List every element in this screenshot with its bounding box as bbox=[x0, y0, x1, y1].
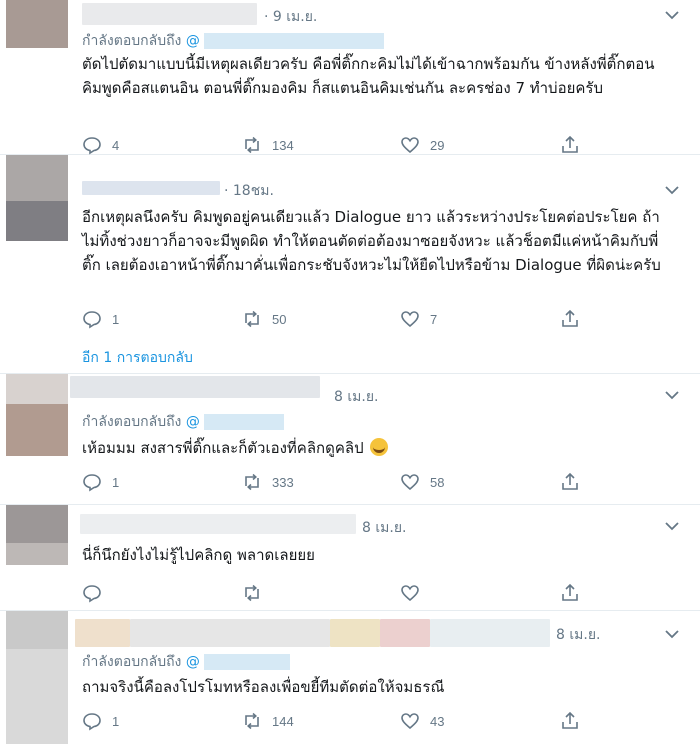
avatar[interactable] bbox=[0, 155, 68, 373]
tweet-text: นี่ก็นึกยังไงไม่รู้ไปคลิกดู พลาดเลยยย bbox=[82, 546, 315, 564]
retweet-button[interactable] bbox=[242, 581, 262, 605]
share-button[interactable] bbox=[560, 307, 580, 331]
retweet-button[interactable]: 333 bbox=[242, 470, 294, 494]
like-count: 58 bbox=[430, 474, 445, 490]
reply-icon bbox=[83, 137, 101, 155]
retweet-icon bbox=[245, 473, 259, 491]
tweet-text: อีกเหตุผลนึงครับ คิมพูดอยู่คนเดียวแล้ว D… bbox=[82, 208, 661, 274]
like-count: 7 bbox=[430, 311, 438, 327]
tweet-text: ตัดไปตัดมาแบบนี้มีเหตุผลเดียวครับ คือพี่… bbox=[82, 55, 655, 97]
reply-icon bbox=[83, 311, 101, 329]
author-name-blurred[interactable] bbox=[75, 619, 130, 647]
tweet-timestamp[interactable]: · 9 เม.ย. bbox=[264, 6, 317, 28]
tweet-text: ถามจริงนี้คือลงโปรโมทหรือลงเพื่อขยี้ทีมต… bbox=[82, 678, 445, 696]
reply-handle[interactable]: @ bbox=[186, 414, 200, 430]
reply-count: 4 bbox=[112, 137, 120, 153]
retweet-icon bbox=[245, 584, 259, 602]
tweet-timestamp[interactable]: · 18ชม. bbox=[224, 180, 274, 202]
avatar[interactable] bbox=[0, 374, 68, 504]
reply-count: 1 bbox=[112, 474, 120, 490]
like-button[interactable] bbox=[400, 581, 420, 605]
like-button[interactable]: 58 bbox=[400, 470, 444, 494]
like-button[interactable]: 43 bbox=[400, 709, 444, 733]
replying-to: กำลังตอบกลับถึง @ bbox=[82, 651, 290, 673]
reply-button[interactable]: 1 bbox=[82, 709, 119, 733]
tweet-actions: 4 134 29 bbox=[82, 133, 592, 157]
tweet-timestamp[interactable]: 8 เม.ย. bbox=[334, 386, 378, 408]
laughing-tears-emoji-icon bbox=[370, 438, 389, 456]
replying-to: กำลังตอบกลับถึง @ bbox=[82, 411, 284, 433]
heart-icon bbox=[401, 311, 419, 328]
share-icon bbox=[562, 583, 578, 601]
tweet-actions: 1 50 7 bbox=[82, 307, 592, 331]
chevron-down-icon[interactable] bbox=[662, 625, 682, 643]
retweet-button[interactable]: 134 bbox=[242, 133, 294, 157]
avatar[interactable] bbox=[0, 0, 68, 154]
reply-count: 1 bbox=[112, 311, 120, 327]
replying-to-label: กำลังตอบกลับถึง bbox=[82, 654, 182, 670]
retweet-count: 134 bbox=[272, 137, 294, 153]
retweet-count: 333 bbox=[272, 474, 294, 490]
reply-icon bbox=[83, 474, 101, 492]
like-count: 29 bbox=[430, 137, 445, 153]
tweet-3[interactable]: 8 เม.ย. กำลังตอบกลับถึง @ เห้อมมม สงสารพ… bbox=[0, 374, 700, 505]
share-icon bbox=[562, 711, 578, 729]
share-icon bbox=[562, 472, 578, 490]
reply-count: 1 bbox=[112, 713, 120, 729]
chevron-down-icon[interactable] bbox=[662, 517, 682, 535]
share-button[interactable] bbox=[560, 133, 580, 157]
like-count: 43 bbox=[430, 713, 445, 729]
share-button[interactable] bbox=[560, 581, 580, 605]
tweet-actions: 1 333 58 bbox=[82, 470, 592, 494]
tweet-2[interactable]: · 18ชม. อีกเหตุผลนึงครับ คิมพูดอยู่คนเดี… bbox=[0, 155, 700, 374]
chevron-down-icon[interactable] bbox=[662, 386, 682, 404]
tweet-text: เห้อมมม สงสารพี่ติ๊กและก็ตัวเองที่คลิกดู… bbox=[82, 436, 670, 460]
avatar[interactable] bbox=[0, 611, 68, 744]
reply-button[interactable]: 1 bbox=[82, 470, 119, 494]
tweet-5[interactable]: 8 เม.ย. กำลังตอบกลับถึง @ ถามจริงนี้คือล… bbox=[0, 611, 700, 744]
reply-handle[interactable]: @ bbox=[186, 654, 200, 670]
like-button[interactable]: 7 bbox=[400, 307, 437, 331]
retweet-count: 144 bbox=[272, 713, 294, 729]
reply-icon bbox=[83, 585, 101, 603]
heart-icon bbox=[401, 713, 419, 730]
tweet-timestamp[interactable]: 8 เม.ย. bbox=[556, 624, 600, 646]
retweet-icon bbox=[245, 310, 259, 328]
tweet-1[interactable]: · 9 เม.ย. กำลังตอบกลับถึง @ ตัดไปตัดมาแบ… bbox=[0, 0, 700, 155]
heart-icon bbox=[401, 585, 419, 602]
replying-to-label: กำลังตอบกลับถึง bbox=[82, 33, 182, 49]
retweet-button[interactable]: 144 bbox=[242, 709, 294, 733]
replying-to-label: กำลังตอบกลับถึง bbox=[82, 414, 182, 430]
chevron-down-icon[interactable] bbox=[662, 181, 682, 199]
share-icon bbox=[562, 135, 578, 153]
retweet-icon bbox=[245, 136, 259, 154]
reply-icon bbox=[83, 713, 101, 731]
author-name-blurred[interactable] bbox=[80, 514, 356, 534]
reply-button[interactable] bbox=[82, 581, 102, 605]
share-button[interactable] bbox=[560, 470, 580, 494]
heart-icon bbox=[401, 137, 419, 154]
reply-handle[interactable]: @ bbox=[186, 33, 200, 49]
author-name-blurred[interactable] bbox=[70, 376, 320, 398]
reply-button[interactable]: 1 bbox=[82, 307, 119, 331]
retweet-count: 50 bbox=[272, 311, 287, 327]
heart-icon bbox=[401, 474, 419, 491]
like-button[interactable]: 29 bbox=[400, 133, 444, 157]
show-more-replies-link[interactable]: อีก 1 การตอบกลับ bbox=[82, 347, 193, 369]
tweet-text-content: เห้อมมม สงสารพี่ติ๊กและก็ตัวเองที่คลิกดู… bbox=[82, 439, 364, 457]
retweet-button[interactable]: 50 bbox=[242, 307, 286, 331]
tweet-timestamp[interactable]: 8 เม.ย. bbox=[362, 517, 406, 539]
replying-to: กำลังตอบกลับถึง @ bbox=[82, 30, 384, 52]
reply-button[interactable]: 4 bbox=[82, 133, 119, 157]
chevron-down-icon[interactable] bbox=[662, 6, 682, 24]
avatar[interactable] bbox=[0, 505, 68, 610]
author-name-blurred[interactable] bbox=[82, 3, 257, 25]
author-name-blurred[interactable] bbox=[82, 181, 220, 195]
tweet-4[interactable]: 8 เม.ย. นี่ก็นึกยังไงไม่รู้ไปคลิกดู พลาด… bbox=[0, 505, 700, 611]
tweet-actions: 1 144 43 bbox=[82, 709, 592, 733]
retweet-icon bbox=[245, 712, 259, 730]
tweet-actions bbox=[82, 581, 592, 605]
share-icon bbox=[562, 309, 578, 327]
share-button[interactable] bbox=[560, 709, 580, 733]
